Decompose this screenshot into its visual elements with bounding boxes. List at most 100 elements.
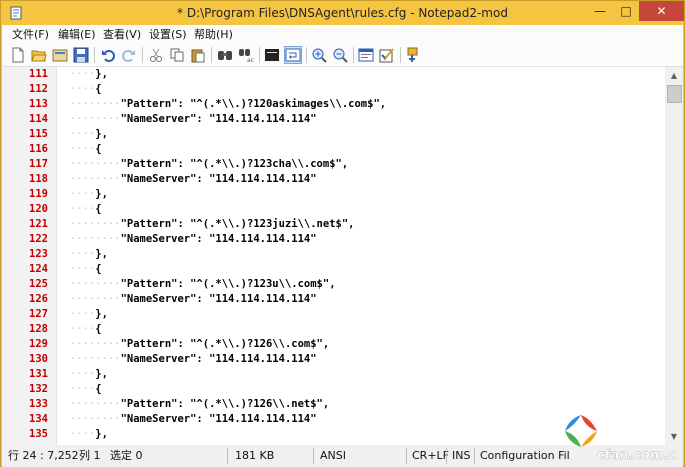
line-number: 130 [29,353,48,365]
code-text: { [95,143,102,155]
status-divider [227,448,228,464]
line-number: 123 [29,248,48,260]
toolbar-separator [400,47,401,63]
code-text: }, [95,68,108,80]
line-number: 124 [29,263,48,275]
menu-edit[interactable]: 编辑(E) [58,27,96,42]
open-icon[interactable] [31,47,47,63]
status-selection: 选定 0 [110,449,143,462]
maximize-button[interactable]: □ [613,1,639,21]
code-line: ········"NameServer": "114.114.114.114" [70,352,317,367]
whitespace-marker: ···· [70,83,96,95]
code-text: }, [95,308,108,320]
code-line: ····{ [70,82,102,97]
menu-settings[interactable]: 设置(S) [149,27,187,42]
menu-help[interactable]: 帮助(H) [194,27,233,42]
status-file-size: 181 KB [235,449,275,462]
code-text: "NameServer": "114.114.114.114" [120,233,317,245]
code-text: }, [95,368,108,380]
whitespace-marker: ········ [70,173,121,185]
word-wrap-icon[interactable] [264,47,280,63]
vertical-scrollbar[interactable]: ▲ ▼ [665,67,683,445]
replace-icon[interactable]: ac [238,47,254,63]
cut-icon[interactable] [148,47,164,63]
whitespace-marker: ········ [70,338,121,350]
code-text: "Pattern": "^(.*\\.)?123juzi\\.net$", [120,218,355,230]
menu-view[interactable]: 查看(V) [103,27,141,42]
toolbar-separator [142,47,143,63]
line-number: 134 [29,413,48,425]
whitespace-marker: ········ [70,98,121,110]
code-area[interactable]: ····}, ····{ ········"Pattern": "^(.*\\.… [62,67,662,445]
undo-icon[interactable] [100,47,116,63]
find-icon[interactable] [217,47,233,63]
close-button[interactable]: ✕ [639,1,684,21]
code-text: }, [95,188,108,200]
code-text: }, [95,428,108,440]
code-line: ····}, [70,367,108,382]
cfan-watermark-logo: cfan.com.cn [565,415,677,463]
line-number: 132 [29,383,48,395]
browse-icon[interactable] [52,47,68,63]
whitespace-marker: ········ [70,353,121,365]
copy-icon[interactable] [169,47,185,63]
whitespace-marker: ···· [70,203,96,215]
code-text: { [95,203,102,215]
code-line: ········"Pattern": "^(.*\\.)?126\\.com$"… [70,337,329,352]
whitespace-marker: ········ [70,278,121,290]
status-insert-mode: INS [452,449,471,462]
scheme-icon[interactable] [358,47,374,63]
line-number: 117 [29,158,48,170]
paste-icon[interactable] [190,47,206,63]
code-line: ····{ [70,382,102,397]
code-line: ····}, [70,127,108,142]
status-column: 列 1 [79,449,101,462]
line-number: 112 [29,83,48,95]
text-editor[interactable]: 111 112 113 114 115 116 117 118 119 120 … [2,67,683,445]
redo-icon[interactable] [121,47,137,63]
code-text: { [95,383,102,395]
code-text: { [95,263,102,275]
code-text: "NameServer": "114.114.114.114" [120,293,317,305]
code-text: }, [95,128,108,140]
whitespace-marker: ···· [70,428,96,440]
menu-file[interactable]: 文件(F) [12,27,49,42]
code-line: ········"Pattern": "^(.*\\.)?123juzi\\.n… [70,217,354,232]
code-line: ········"NameServer": "114.114.114.114" [70,412,317,427]
scroll-up-arrow-icon[interactable]: ▲ [665,67,683,84]
status-divider [446,448,447,464]
toolbar-separator [94,47,95,63]
minimize-button[interactable]: — [587,1,613,21]
status-line-ending[interactable]: CR+LF [412,445,449,467]
code-line: ········"NameServer": "114.114.114.114" [70,292,317,307]
title-bar[interactable]: * D:\Program Files\DNSAgent\rules.cfg - … [1,1,684,25]
zoom-out-icon[interactable] [332,47,348,63]
launch-icon[interactable] [405,47,421,63]
code-line: ········"NameServer": "114.114.114.114" [70,232,317,247]
notepad2-window: * D:\Program Files\DNSAgent\rules.cfg - … [0,0,685,467]
code-text: "NameServer": "114.114.114.114" [120,353,317,365]
whitespace-marker: ···· [70,68,96,80]
zoom-in-icon[interactable] [311,47,327,63]
status-divider [406,448,407,464]
new-icon[interactable] [10,47,26,63]
status-encoding[interactable]: ANSI [320,445,346,467]
view-whitespace-icon[interactable] [284,46,302,64]
line-number: 129 [29,338,48,350]
scrollbar-thumb[interactable] [667,85,682,103]
customize-icon[interactable] [379,47,395,63]
code-line: ········"NameServer": "114.114.114.114" [70,112,317,127]
code-text: "Pattern": "^(.*\\.)?123cha\\.com$", [120,158,349,170]
line-number: 121 [29,218,48,230]
code-line: ········"Pattern": "^(.*\\.)?120askimage… [70,97,386,112]
line-number: 119 [29,188,48,200]
status-position: 行 24 : 7,252 [8,449,79,462]
line-number: 131 [29,368,48,380]
whitespace-marker: ···· [70,368,96,380]
save-icon[interactable] [73,47,89,63]
whitespace-marker: ········ [70,158,121,170]
code-text: "Pattern": "^(.*\\.)?123u\\.com$", [120,278,336,290]
line-number: 126 [29,293,48,305]
code-line: ····}, [70,67,108,82]
code-line: ····{ [70,262,102,277]
